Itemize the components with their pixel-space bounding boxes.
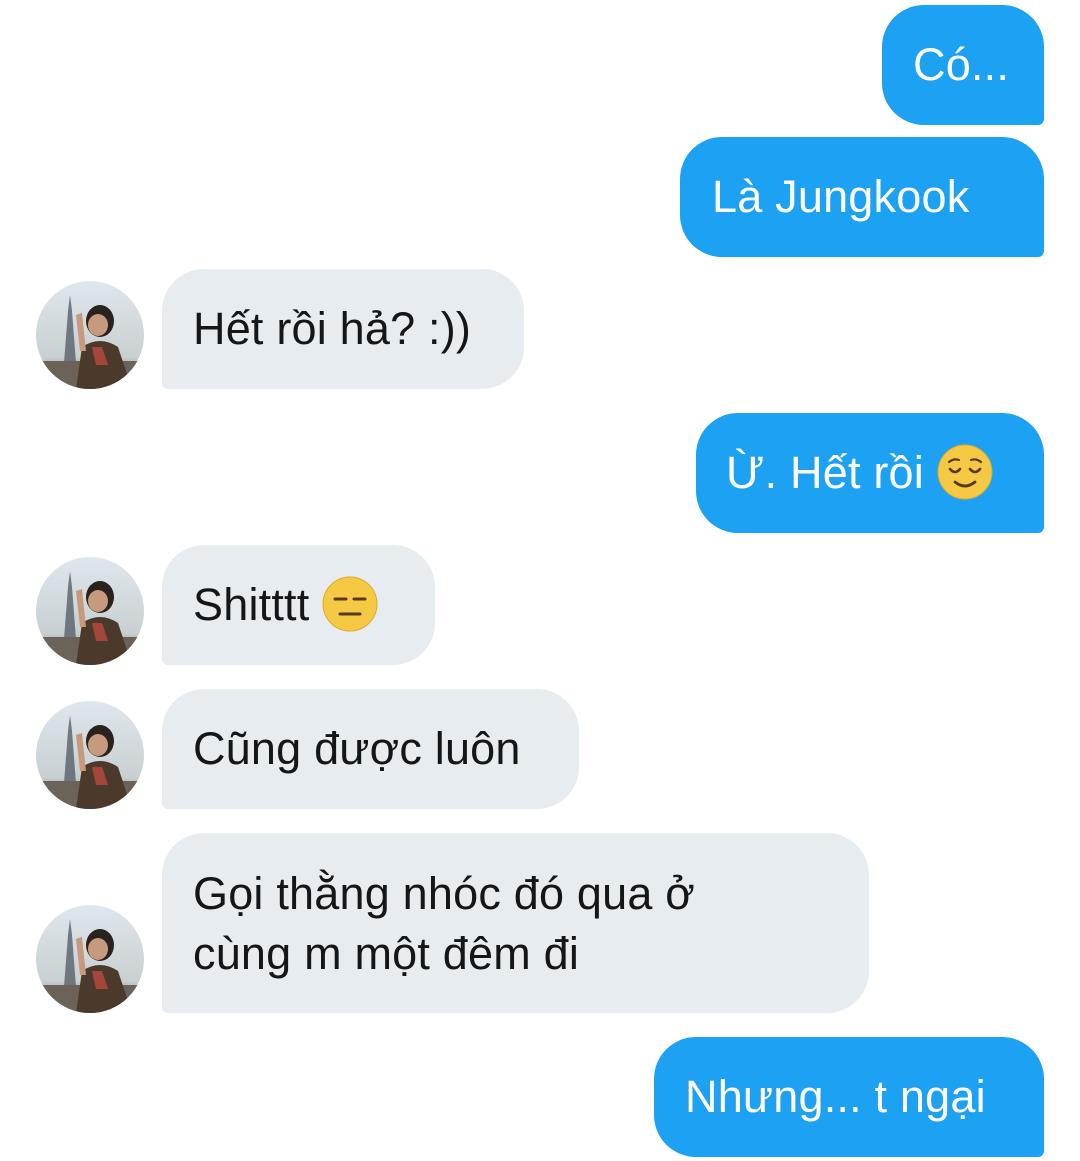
avatar[interactable]: [36, 281, 144, 389]
message-text: Ừ. Hết rồi: [726, 447, 924, 498]
message-text: Cũng được luôn: [193, 723, 521, 774]
received-message-2[interactable]: Shitttt: [162, 545, 435, 665]
avatar[interactable]: [36, 905, 144, 1013]
message-text-line-1: Gọi thằng nhóc đó qua ở: [193, 868, 695, 919]
sent-message-4[interactable]: Nhưng... t ngại: [654, 1037, 1044, 1157]
message-text-line-2: cùng m một đêm đi: [193, 928, 580, 979]
message-text: Hết rồi hả? :)): [193, 303, 472, 354]
message-text: Có...: [913, 39, 1010, 90]
received-message-1[interactable]: Hết rồi hả? :)): [162, 269, 524, 389]
message-text: Là Jungkook: [712, 171, 970, 222]
received-message-3[interactable]: Cũng được luôn: [162, 689, 579, 809]
message-text: Nhưng... t ngại: [685, 1071, 986, 1122]
sent-message-2[interactable]: Là Jungkook: [680, 137, 1044, 257]
sent-message-1[interactable]: Có...: [882, 5, 1044, 125]
received-message-4[interactable]: Gọi thằng nhóc đó qua ở cùng m một đêm đ…: [162, 833, 869, 1013]
avatar[interactable]: [36, 701, 144, 809]
expressionless-face-icon: [322, 576, 378, 632]
avatar[interactable]: [36, 557, 144, 665]
message-text: Shitttt: [193, 579, 310, 630]
sent-message-3[interactable]: Ừ. Hết rồi: [696, 413, 1044, 533]
relieved-face-icon: [937, 444, 993, 500]
